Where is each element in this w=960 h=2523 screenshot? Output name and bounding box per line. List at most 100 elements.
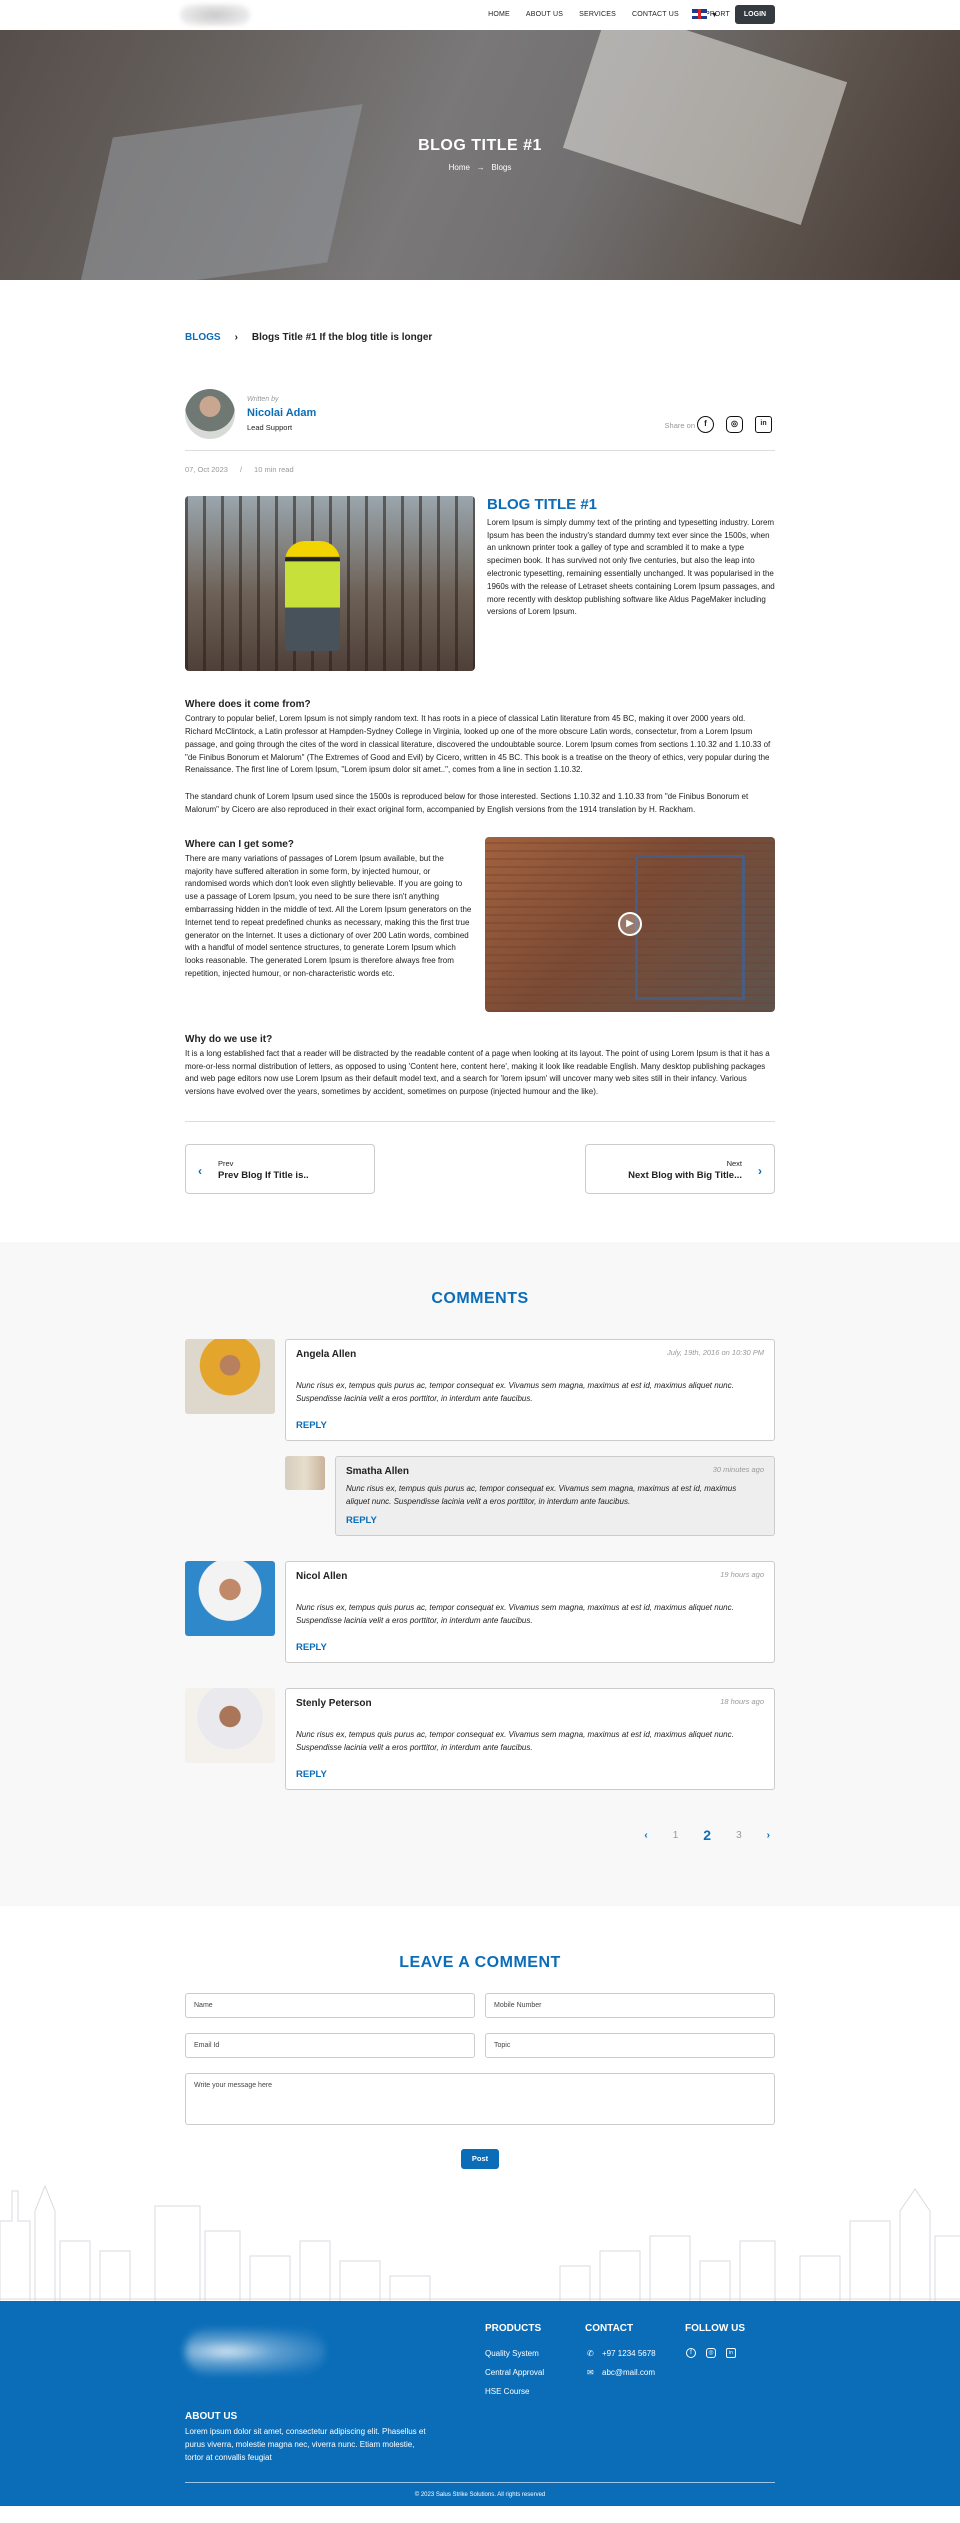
about-text: Lorem ipsum dolor sit amet, consectetur … xyxy=(185,2427,426,2462)
footer-link-quality[interactable]: Quality System xyxy=(485,2348,539,2360)
comment-card: Smatha Allen 30 minutes ago Nunc risus e… xyxy=(335,1456,775,1537)
footer-link-hse[interactable]: HSE Course xyxy=(485,2386,529,2398)
reply-button[interactable]: REPLY xyxy=(296,1768,327,1782)
commenter-avatar xyxy=(185,1688,275,1764)
comment-item: Stenly Peterson 18 hours ago Nunc risus … xyxy=(185,1688,775,1791)
reply-button[interactable]: REPLY xyxy=(296,1419,327,1433)
comments-section: COMMENTS Angela Allen July, 19th, 2016 o… xyxy=(0,1242,960,1907)
comment-card: Angela Allen July, 19th, 2016 on 10:30 P… xyxy=(285,1339,775,1442)
copyright-bar: © 2023 Salus Strike Solutions. All right… xyxy=(185,2482,775,2506)
chevron-right-icon[interactable]: › xyxy=(767,1828,770,1843)
prev-title: Prev Blog If Title is.. xyxy=(218,1170,309,1182)
chevron-left-icon[interactable]: ‹ xyxy=(644,1828,647,1843)
chevron-right-icon: › xyxy=(234,332,238,343)
meta-separator: / xyxy=(239,465,243,474)
paragraph-standard: The standard chunk of Lorem Ipsum used s… xyxy=(185,792,749,815)
written-by-label: Written by xyxy=(247,395,279,403)
hero-crumb-home[interactable]: Home xyxy=(449,163,470,172)
breadcrumb: BLOGS › Blogs Title #1 If the blog title… xyxy=(185,330,775,345)
instagram-icon[interactable]: ◎ xyxy=(706,2348,716,2359)
comment-form: Name Mobile Number Email Id Topic Write … xyxy=(185,1993,775,2170)
paragraph-why: It is a long established fact that a rea… xyxy=(185,1048,770,1097)
copyright-text: 2023 Salus Strike Solutions. All rights … xyxy=(420,2492,546,2499)
heading-where-from: Where does it come from? xyxy=(185,699,311,711)
commenter-avatar xyxy=(185,1339,275,1415)
uk-flag-icon[interactable] xyxy=(692,9,707,19)
section-where-get: Where can I get some? There are many var… xyxy=(185,836,775,1012)
paragraph-where-from: Contrary to popular belief, Lorem Ipsum … xyxy=(185,714,771,775)
commenter-name: Nicol Allen xyxy=(296,1571,348,1583)
scaffold-frame xyxy=(635,854,745,1000)
chevron-left-icon: ‹ xyxy=(198,1164,202,1179)
commenter-name: Angela Allen xyxy=(296,1349,357,1361)
top-navbar: HOME ABOUT US SERVICES CONTACT US SUPPOR… xyxy=(0,0,960,30)
comment-card: Stenly Peterson 18 hours ago Nunc risus … xyxy=(285,1688,775,1791)
reply-button[interactable]: REPLY xyxy=(296,1641,327,1655)
comment-card: Nicol Allen 19 hours ago Nunc risus ex, … xyxy=(285,1561,775,1664)
commenter-avatar xyxy=(285,1456,325,1491)
page-1[interactable]: 1 xyxy=(673,1828,679,1843)
section-why: Why do we use it? It is a long establish… xyxy=(185,1032,775,1099)
article-title: BLOG TITLE #1 xyxy=(487,496,598,514)
construction-worker-image xyxy=(185,496,475,672)
site-footer: PRODUCTS Quality System Central Approval… xyxy=(0,2301,960,2507)
breadcrumb-blogs[interactable]: BLOGS xyxy=(185,330,221,345)
mail-icon: ✉ xyxy=(587,2368,594,2378)
mobile-field[interactable]: Mobile Number xyxy=(485,1993,775,2019)
menu-about[interactable]: ABOUT US xyxy=(526,10,563,21)
intro-text-block: BLOG TITLE #1 Lorem Ipsum is simply dumm… xyxy=(487,496,775,671)
facebook-icon[interactable]: f xyxy=(686,2348,696,2359)
hero-crumb-current: Blogs xyxy=(491,163,512,172)
topic-field[interactable]: Topic xyxy=(485,2033,775,2059)
linkedin-icon[interactable]: in xyxy=(755,416,772,433)
comment-time: 18 hours ago xyxy=(720,1697,764,1707)
paragraph-where-get: There are many variations of passages of… xyxy=(185,853,472,978)
chevron-right-icon: › xyxy=(758,1164,762,1179)
page-3[interactable]: 3 xyxy=(736,1828,742,1843)
linkedin-icon[interactable]: in xyxy=(726,2348,736,2359)
footer-logo[interactable] xyxy=(185,2329,325,2375)
menu-services[interactable]: SERVICES xyxy=(579,10,616,21)
menu-home[interactable]: HOME xyxy=(488,10,510,21)
read-time: 10 min read xyxy=(254,465,294,474)
prev-post-button[interactable]: ‹ Prev Prev Blog If Title is.. xyxy=(185,1144,375,1195)
commenter-name: Stenly Peterson xyxy=(296,1698,372,1710)
video-thumbnail[interactable]: ▶ xyxy=(485,836,775,1012)
reply-button[interactable]: REPLY xyxy=(346,1514,377,1528)
where-get-text: Where can I get some? There are many var… xyxy=(185,837,473,1012)
email-field[interactable]: Email Id xyxy=(185,2033,475,2059)
intro-section: BLOG TITLE #1 Lorem Ipsum is simply dumm… xyxy=(185,496,775,672)
comment-text: Nunc risus ex, tempus quis purus ac, tem… xyxy=(296,1730,734,1752)
comment-text: Nunc risus ex, tempus quis purus ac, tem… xyxy=(296,1381,734,1403)
page-2-current[interactable]: 2 xyxy=(703,1825,711,1846)
footer-link-approval[interactable]: Central Approval xyxy=(485,2367,544,2379)
post-button[interactable]: Post xyxy=(461,2149,499,2170)
leave-comment-title: LEAVE A COMMENT xyxy=(399,1954,561,1972)
author-info: Written by Nicolai Adam Lead Support xyxy=(247,395,316,433)
caret-down-icon[interactable]: ▼ xyxy=(711,11,718,22)
login-button[interactable]: LOGIN xyxy=(735,5,775,24)
logo[interactable] xyxy=(180,4,250,26)
footer-phone[interactable]: +97 1234 5678 xyxy=(602,2348,656,2360)
next-title: Next Blog with Big Title... xyxy=(628,1170,742,1182)
pagination: ‹ 1 2 3 › xyxy=(185,1825,775,1846)
author-name[interactable]: Nicolai Adam xyxy=(247,405,316,422)
products-heading: PRODUCTS xyxy=(485,2323,542,2335)
phone-icon: ✆ xyxy=(587,2349,594,2359)
footer-email[interactable]: abc@mail.com xyxy=(602,2367,655,2379)
divider xyxy=(185,450,775,451)
comment-text: Nunc risus ex, tempus quis purus ac, tem… xyxy=(296,1603,734,1625)
hero-breadcrumb: Home → Blogs xyxy=(0,162,960,174)
share-on-label: Share on xyxy=(664,421,695,430)
play-icon[interactable]: ▶ xyxy=(618,911,642,936)
menu-contact[interactable]: CONTACT US xyxy=(632,10,679,21)
message-textarea[interactable]: Write your message here xyxy=(185,2073,775,2126)
article-container: BLOGS › Blogs Title #1 If the blog title… xyxy=(185,330,775,1195)
facebook-icon[interactable]: f xyxy=(697,416,714,433)
arrow-right-icon: → xyxy=(476,163,485,172)
instagram-icon[interactable]: ◎ xyxy=(726,416,743,433)
comments-title: COMMENTS xyxy=(431,1290,529,1308)
next-post-button[interactable]: Next Next Blog with Big Title... › xyxy=(585,1144,775,1195)
name-field[interactable]: Name xyxy=(185,1993,475,2019)
commenter-name: Smatha Allen xyxy=(346,1466,409,1478)
